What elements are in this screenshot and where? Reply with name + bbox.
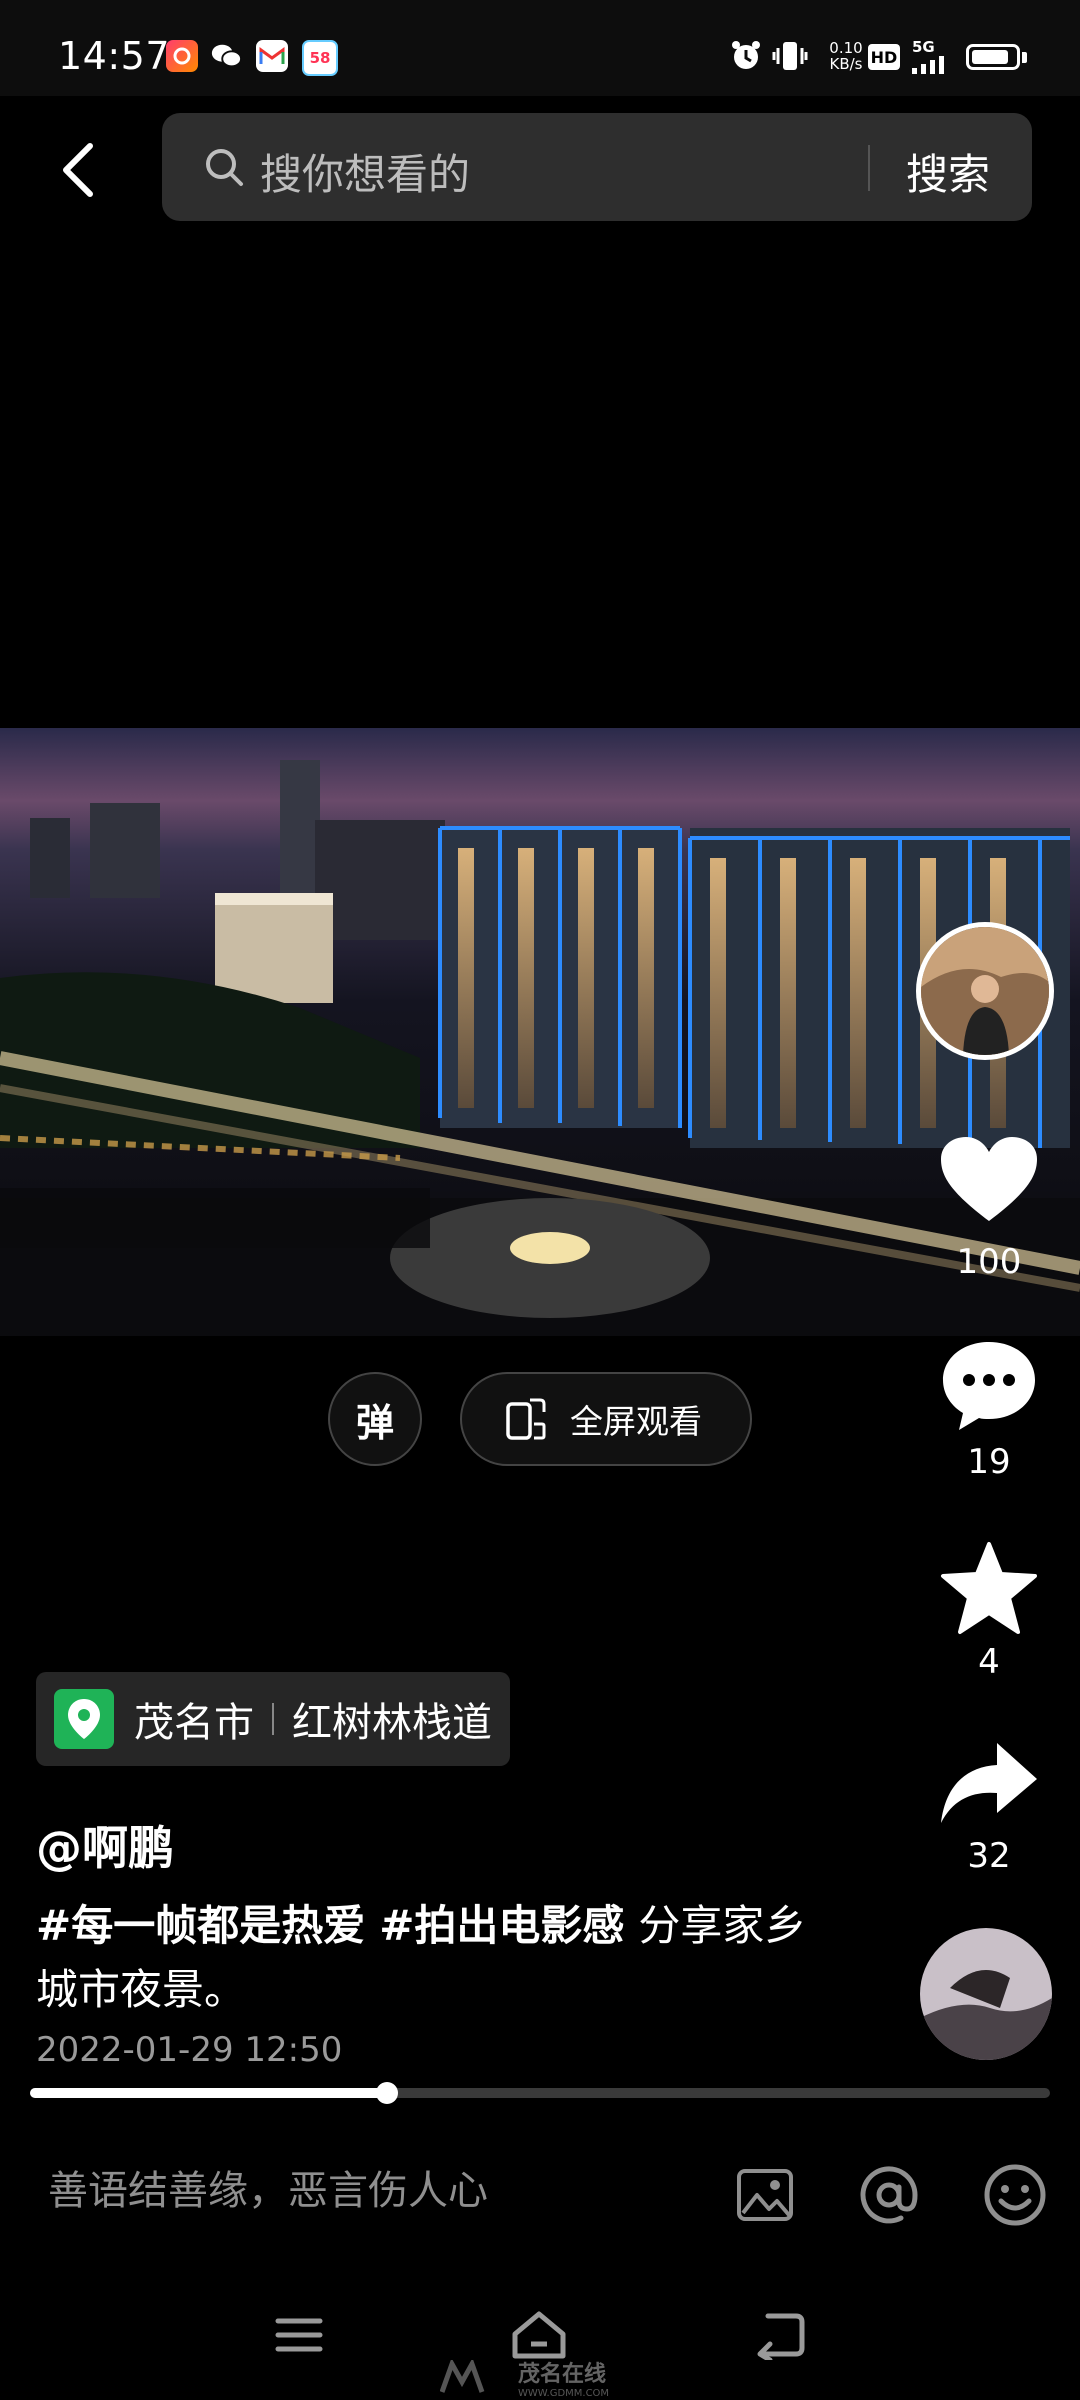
- search-input[interactable]: 搜你想看的: [260, 141, 470, 202]
- post-time: 2022-01-29 12:50: [36, 2030, 343, 2070]
- emoji-icon[interactable]: [980, 2160, 1050, 2230]
- alarm-icon: [726, 36, 766, 76]
- location-separator: [272, 1703, 274, 1735]
- battery-cap: [1022, 52, 1027, 63]
- comment-input[interactable]: 善语结善缘，恶言伤人心: [48, 2158, 488, 2216]
- video-frame-night-city: [0, 728, 1080, 1336]
- battery-icon: [966, 44, 1020, 70]
- hashtag[interactable]: #每一帧都是热爱: [36, 1901, 365, 1950]
- watermark-subtext: WWW.GDMM.COM: [518, 2387, 610, 2399]
- rotate-screen-icon: [506, 1398, 546, 1440]
- search-box[interactable]: 搜你想看的 搜索: [162, 113, 1032, 221]
- search-icon: [206, 149, 243, 186]
- 58-icon: 58: [302, 40, 338, 76]
- gmail-icon: [256, 40, 288, 72]
- music-disc-image: [920, 1928, 1052, 2060]
- location-city: 茂名市: [134, 1700, 254, 1746]
- hd-badge: HD: [868, 44, 900, 70]
- fullscreen-button[interactable]: 全屏观看: [460, 1372, 752, 1466]
- music-disc-avatar[interactable]: [920, 1928, 1052, 2060]
- star-icon: [941, 1542, 1037, 1634]
- watermark-text: 茂名在线: [518, 2361, 607, 2387]
- image-icon[interactable]: [730, 2160, 800, 2230]
- post-caption: #每一帧都是热爱 #拍出电影感 分享家乡城市夜景。: [36, 1894, 816, 2022]
- watermark-logo: 茂名在线 WWW.GDMM.COM: [440, 2358, 640, 2399]
- net-speed: 0.10 KB/s: [829, 39, 863, 73]
- danmaku-label: 弹: [355, 1400, 394, 1445]
- heart-icon: [941, 1137, 1037, 1221]
- progress-bar[interactable]: [30, 2082, 1050, 2104]
- share-arrow-icon: [941, 1743, 1037, 1823]
- back-button[interactable]: [50, 130, 106, 210]
- video-player[interactable]: [0, 728, 1080, 1336]
- vibrate-icon: [770, 36, 810, 76]
- search-button[interactable]: 搜索: [906, 141, 990, 202]
- share-button[interactable]: [934, 1734, 1044, 1834]
- progress-fill: [30, 2088, 387, 2098]
- like-button[interactable]: [934, 1130, 1044, 1230]
- fullscreen-label: 全屏观看: [570, 1402, 702, 1441]
- back-nav-icon[interactable]: [746, 2300, 816, 2370]
- share-count: 32: [967, 1836, 1011, 1876]
- wechat-icon: [210, 40, 242, 72]
- author-name[interactable]: @啊鹏: [36, 1812, 174, 1878]
- menu-icon[interactable]: [264, 2300, 334, 2370]
- progress-handle[interactable]: [376, 2082, 398, 2104]
- like-count: 100: [956, 1242, 1022, 1282]
- at-icon[interactable]: [854, 2160, 924, 2230]
- comment-count: 19: [967, 1442, 1011, 1482]
- app-notification-icon: [166, 40, 198, 72]
- author-avatar[interactable]: [916, 922, 1054, 1060]
- favorite-count: 4: [978, 1642, 1000, 1682]
- comment-bubble-icon: [943, 1342, 1035, 1430]
- avatar-photo: [921, 927, 1049, 1055]
- chevron-left-icon: [63, 143, 93, 197]
- signal-icon: 5G: [910, 38, 960, 74]
- status-time: 14:57: [58, 34, 171, 78]
- danmaku-toggle-button[interactable]: 弹: [328, 1372, 422, 1466]
- location-place: 红树林栈道: [292, 1700, 492, 1746]
- hashtag[interactable]: #拍出电影感: [379, 1901, 624, 1950]
- search-divider: [868, 145, 870, 191]
- favorite-button[interactable]: [934, 1538, 1044, 1638]
- location-tag[interactable]: 茂名市 红树林栈道: [36, 1672, 510, 1766]
- location-pin-icon: [54, 1689, 114, 1749]
- comment-button[interactable]: [934, 1334, 1044, 1434]
